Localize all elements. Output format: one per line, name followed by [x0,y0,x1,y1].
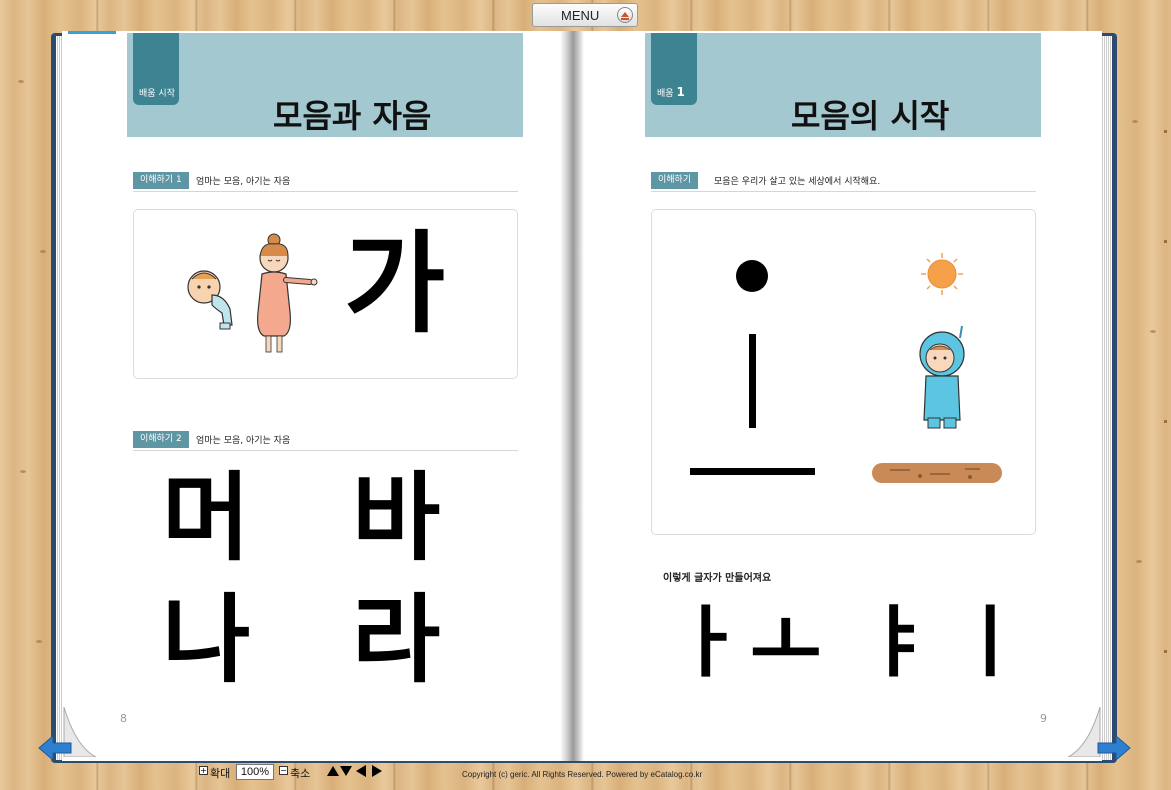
mother-illustration [257,233,318,353]
header-tag-text: 배움 [657,89,674,99]
menu-label: MENU [561,8,600,23]
section-header: 이해하기 2 엄마는 모음, 아기는 자음 [133,431,518,451]
vowel-letter: ㅗ [750,598,822,688]
section-text: 모음은 우리가 살고 있는 세상에서 시작해요. [714,177,881,187]
wood-knot [36,640,42,643]
ground-illustration [872,463,1002,483]
section-header: 이해하기 1 엄마는 모음, 아기는 자음 [133,172,518,192]
header-tag: 배움 시작 [133,33,179,105]
prev-page-icon[interactable] [356,765,366,777]
page-title: 모음과 자음 [273,97,432,135]
right-page[interactable]: 배움 1 모음의 시작 이해하기 모음은 우리가 살고 있는 세상에서 시작해요… [584,31,1102,761]
wood-knot [20,470,26,473]
edge-mark [1164,420,1167,423]
copyright-text: Copyright (c) geric. All Rights Reserved… [462,770,703,779]
section-badge: 이해하기 [651,172,699,189]
divider [651,191,1036,192]
section-text: 엄마는 모음, 아기는 자음 [196,436,291,446]
page-header: 배움 시작 모음과 자음 [127,33,523,137]
letter-example: 나 [162,584,251,696]
wood-knot [1136,560,1142,563]
first-page-icon[interactable] [327,766,339,776]
zoom-level-input[interactable] [236,764,274,780]
letter-example: 바 [352,462,441,574]
previous-page-arrow-icon[interactable] [37,734,73,762]
zoom-out-button[interactable]: 축소 [290,765,310,781]
zoom-in-icon[interactable]: + [199,766,208,775]
left-page[interactable]: 배움 시작 모음과 자음 이해하기 1 엄마는 모음, 아기는 자음 가 이해하… [62,31,560,761]
illustration-frame [651,209,1036,535]
wood-knot [1132,120,1138,123]
zoom-out-icon[interactable]: − [279,766,288,775]
page-title: 모음의 시작 [791,97,950,135]
zoom-in-button[interactable]: 확대 [210,765,230,781]
sky-dot [736,260,768,292]
wood-knot [40,250,46,253]
section-header: 이해하기 모음은 우리가 살고 있는 세상에서 시작해요. [651,172,1036,192]
header-tag-label: 배움 시작 [139,89,175,99]
caption: 이렇게 글자가 만들어져요 [663,573,772,584]
menu-button[interactable]: MENU [532,3,638,27]
page-number: 9 [1040,712,1047,725]
vowel-letter: ㅣ [954,598,1026,688]
edge-mark [1164,650,1167,653]
person-line [749,334,756,428]
ground-line [690,468,815,475]
wood-knot [18,80,24,83]
bookmark-indicator [68,31,116,34]
eject-icon[interactable] [617,7,633,23]
sun-icon [921,253,963,295]
page-number: 8 [120,712,127,725]
section-badge: 이해하기 1 [133,172,189,189]
wood-knot [1150,330,1156,333]
baby-bowing-illustration [187,270,233,330]
letter-example: 라 [352,584,441,696]
divider [133,191,518,192]
edge-mark [1164,240,1167,243]
next-page-icon[interactable] [372,765,382,777]
header-tag-label: 배움 1 [657,85,685,99]
child-illustration [919,325,965,429]
vowel-letter: ㅑ [862,598,934,688]
section-text: 엄마는 모음, 아기는 자음 [196,177,291,187]
last-page-icon[interactable] [340,766,352,776]
divider [133,450,518,451]
example-letter: 가 [344,220,446,348]
edge-mark [1164,130,1167,133]
vowel-letter: ㅏ [672,598,744,688]
header-tag-number: 1 [676,85,685,99]
illustration-frame: 가 [133,209,518,379]
section-badge: 이해하기 2 [133,431,189,448]
page-header: 배움 1 모음의 시작 [645,33,1041,137]
header-tag: 배움 1 [651,33,697,105]
book-spine [560,31,584,761]
next-page-arrow-icon[interactable] [1096,734,1132,762]
letter-example: 머 [162,462,251,574]
